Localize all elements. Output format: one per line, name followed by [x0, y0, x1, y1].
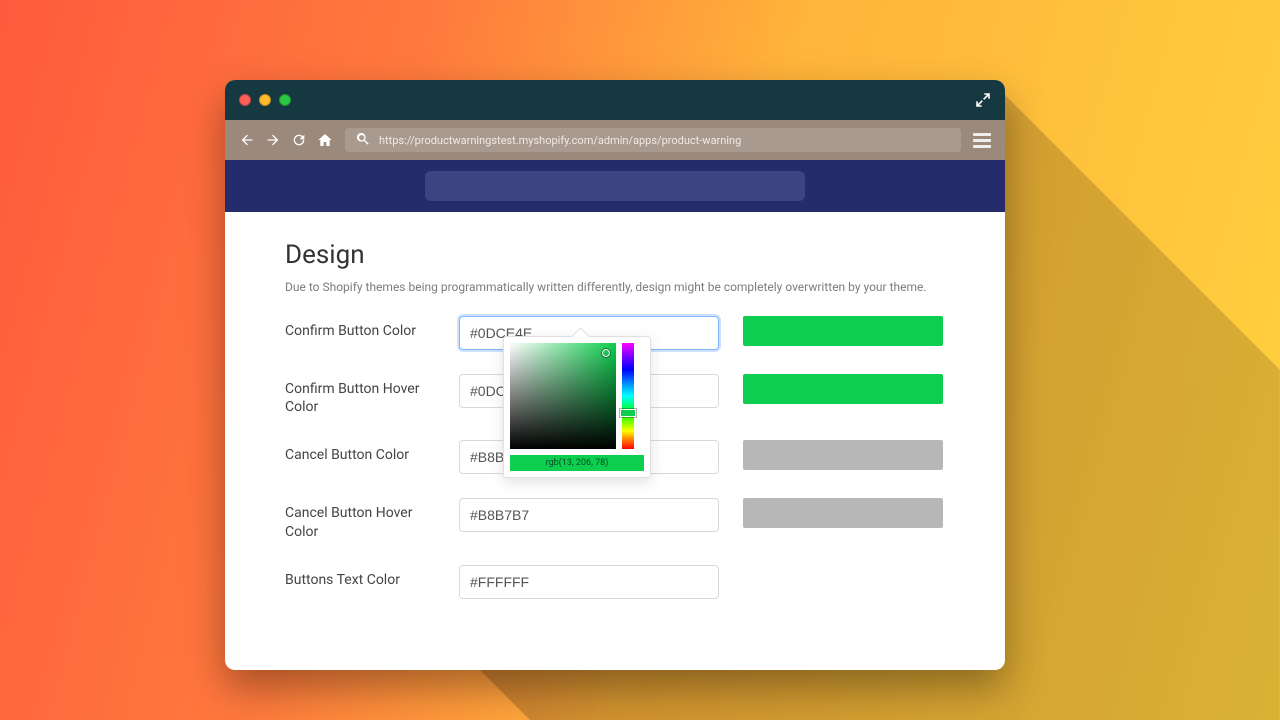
forward-icon[interactable]: [265, 132, 281, 148]
color-picker-hue-slider[interactable]: [622, 343, 634, 449]
swatch-cancel-color: [743, 440, 943, 470]
minimize-window-button[interactable]: [259, 94, 271, 106]
window-traffic-lights: [239, 94, 291, 106]
label-confirm-hover-color: Confirm Button Hover Color: [285, 374, 435, 416]
app-header-bar: [225, 160, 1005, 212]
swatch-confirm-color: [743, 316, 943, 346]
browser-window: https://productwarningstest.myshopify.co…: [225, 80, 1005, 670]
label-cancel-color: Cancel Button Color: [285, 440, 435, 464]
window-titlebar: [225, 80, 1005, 120]
input-cancel-hover-color[interactable]: [459, 498, 719, 532]
page-subtext: Due to Shopify themes being programmatic…: [285, 280, 945, 294]
url-bar[interactable]: https://productwarningstest.myshopify.co…: [345, 128, 961, 152]
refresh-icon[interactable]: [291, 132, 307, 148]
swatch-cancel-hover-color: [743, 498, 943, 528]
color-picker-preview: rgb(13, 206, 78): [510, 455, 644, 471]
swatch-confirm-hover-color: [743, 374, 943, 404]
back-icon[interactable]: [239, 132, 255, 148]
color-picker-popover: rgb(13, 206, 78): [503, 336, 651, 478]
row-cancel-hover-color: Cancel Button Hover Color: [285, 498, 945, 540]
page-title: Design: [285, 240, 945, 270]
label-text-color: Buttons Text Color: [285, 565, 435, 589]
search-icon: [355, 131, 371, 150]
label-confirm-color: Confirm Button Color: [285, 316, 435, 340]
url-text: https://productwarningstest.myshopify.co…: [379, 134, 741, 147]
fullscreen-icon[interactable]: [975, 92, 991, 112]
input-text-color[interactable]: [459, 565, 719, 599]
app-header-search[interactable]: [425, 171, 805, 201]
page-content: Design Due to Shopify themes being progr…: [225, 212, 1005, 670]
color-picker-hue-handle[interactable]: [620, 409, 636, 417]
menu-icon[interactable]: [973, 133, 991, 148]
color-picker-saturation-area[interactable]: [510, 343, 616, 449]
zoom-window-button[interactable]: [279, 94, 291, 106]
row-text-color: Buttons Text Color: [285, 565, 945, 599]
home-icon[interactable]: [317, 132, 333, 148]
color-picker-sv-handle[interactable]: [602, 349, 610, 357]
browser-toolbar: https://productwarningstest.myshopify.co…: [225, 120, 1005, 160]
close-window-button[interactable]: [239, 94, 251, 106]
label-cancel-hover-color: Cancel Button Hover Color: [285, 498, 435, 540]
